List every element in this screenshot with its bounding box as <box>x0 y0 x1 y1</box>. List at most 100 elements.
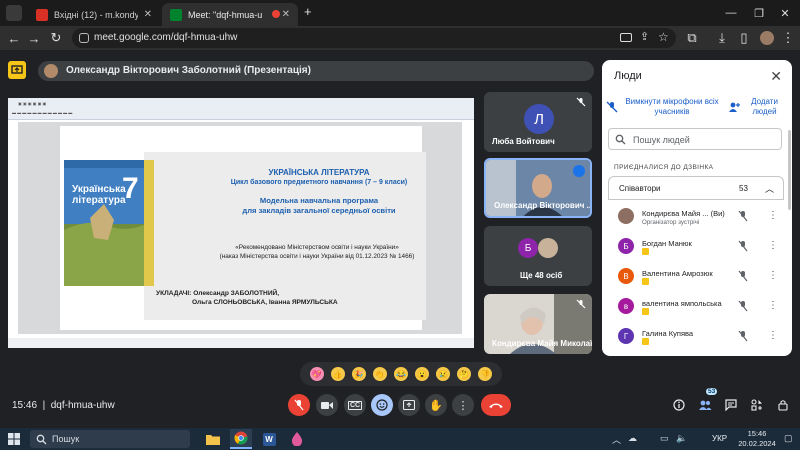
lock-person-icon <box>778 400 788 411</box>
participant-count-badge: 53 <box>706 388 718 395</box>
mic-off-icon[interactable] <box>738 240 748 252</box>
input-language[interactable]: УКР <box>712 434 727 443</box>
minimize-icon[interactable]: — <box>718 4 744 22</box>
profile-avatar[interactable] <box>760 31 774 45</box>
side-panel-icon[interactable]: ▯ <box>734 28 754 48</box>
mic-off-icon[interactable] <box>738 300 748 312</box>
reaction-laugh-button[interactable]: 😂 <box>393 367 408 381</box>
host-controls-button[interactable] <box>774 396 792 414</box>
address-bar[interactable]: meet.google.com/dqf-hmua-uhw ⇪ ☆ <box>72 28 676 48</box>
close-window-icon[interactable]: ✕ <box>772 4 798 22</box>
cloud-icon[interactable]: ☁ <box>628 433 637 444</box>
chrome-icon[interactable] <box>230 429 252 449</box>
participant-tile-speaking[interactable]: Олександр Вікторович ... <box>484 158 592 218</box>
captions-button[interactable]: CC <box>344 394 366 416</box>
chevron-up-icon[interactable]: ︿ <box>765 182 774 195</box>
app-drop-icon[interactable] <box>286 429 308 449</box>
network-icon[interactable]: ▭ <box>660 433 669 444</box>
reaction-heart-button[interactable]: 💖 <box>309 367 324 381</box>
reaction-clap-button[interactable]: 👏 <box>372 367 387 381</box>
more-options-icon[interactable]: ⋮ <box>768 240 778 251</box>
mic-off-icon <box>606 101 618 113</box>
browser-toolbar: ← → ↻ meet.google.com/dqf-hmua-uhw ⇪ ☆ ⧉… <box>0 26 800 50</box>
raise-hand-button[interactable]: ✋ <box>425 394 447 416</box>
more-options-icon[interactable]: ⋮ <box>768 300 778 311</box>
reaction-thumbs-down-button[interactable]: 👎 <box>478 367 493 381</box>
others-tile[interactable]: Б Ще 48 осіб <box>484 226 592 286</box>
emoji-reactions-button[interactable] <box>371 394 393 416</box>
activities-button[interactable] <box>748 396 766 414</box>
chat-button[interactable] <box>722 396 740 414</box>
tray-chevron-icon[interactable]: ︿ <box>612 433 621 446</box>
mic-off-icon[interactable] <box>738 210 748 222</box>
close-icon[interactable]: ✕ <box>282 9 290 20</box>
bookmark-star-icon[interactable]: ☆ <box>658 30 669 44</box>
reaction-sad-button[interactable]: 😢 <box>436 367 451 381</box>
people-search-input[interactable]: Пошук людей <box>608 128 782 150</box>
new-tab-button[interactable]: + <box>304 4 312 19</box>
back-icon[interactable]: ← <box>4 28 24 48</box>
people-button[interactable]: 53 <box>696 388 718 414</box>
reload-icon[interactable]: ↻ <box>46 28 66 48</box>
reaction-thinking-button[interactable]: 🤔 <box>457 367 472 381</box>
group-header-collaborators[interactable]: Співавтори 53 ︿ <box>608 176 784 200</box>
restore-icon[interactable]: ❐ <box>746 4 772 22</box>
menu-kebab-icon[interactable]: ⋮ <box>778 28 798 48</box>
word-icon[interactable]: W <box>258 429 280 449</box>
tab-meet[interactable]: Meet: "dqf-hmua-uhw" ✕ <box>162 3 298 26</box>
mic-toggle-button[interactable] <box>288 394 310 416</box>
presenter-chip[interactable]: Олександр Вікторович Заболотний (Презент… <box>38 61 594 81</box>
more-options-icon[interactable]: ⋮ <box>768 330 778 341</box>
share-icon[interactable]: ⇪ <box>640 30 649 43</box>
participant-row[interactable]: В Валентина Амрозюк ⋮ <box>608 266 784 288</box>
notifications-icon[interactable]: ▢ <box>784 433 793 444</box>
more-options-icon[interactable]: ⋮ <box>768 210 778 221</box>
participant-name: Олександр Вікторович ... <box>494 201 592 210</box>
windows-start-icon[interactable] <box>8 433 20 445</box>
tab-search-button[interactable] <box>6 5 22 21</box>
book-grade: 7 <box>122 172 139 205</box>
more-options-icon[interactable]: ⋮ <box>768 270 778 281</box>
mic-off-icon[interactable] <box>738 270 748 282</box>
people-panel: Люди ✕ Вимкнути мікрофони всіх учасників… <box>602 60 792 356</box>
extensions-icon[interactable]: ⧉ <box>682 28 702 48</box>
close-icon[interactable]: ✕ <box>144 9 152 20</box>
participant-name: валентина ямпольська <box>642 299 722 308</box>
participant-row[interactable]: Кондирєва Майя ... (Ви) Організатор зуст… <box>608 206 784 228</box>
mute-all-button[interactable]: Вимкнути мікрофони всіх учасників <box>606 96 722 118</box>
scrollbar[interactable] <box>788 130 791 210</box>
avatar <box>618 208 634 224</box>
participant-row[interactable]: Г Галина Купява ⋮ <box>608 326 784 348</box>
tab-gmail[interactable]: Вхідні (12) - m.kondyrjeva@ips ✕ <box>28 3 160 26</box>
add-person-icon <box>728 101 740 113</box>
more-options-button[interactable]: ⋮ <box>452 394 474 416</box>
clock-time[interactable]: 15:46 <box>742 429 772 438</box>
reaction-surprised-button[interactable]: 😮 <box>415 367 430 381</box>
site-info-icon[interactable] <box>79 33 89 43</box>
participant-tile[interactable]: Л Люба Войтович <box>484 92 592 152</box>
url-text: meet.google.com/dqf-hmua-uhw <box>94 32 238 43</box>
present-screen-button[interactable] <box>398 394 420 416</box>
reaction-thumbs-up-button[interactable]: 👍 <box>330 367 345 381</box>
file-explorer-icon[interactable] <box>202 429 224 449</box>
self-tile[interactable]: Кондирєва Майя Миколаївна <box>484 294 592 354</box>
taskbar-search-input[interactable]: Пошук <box>30 430 190 448</box>
others-count-label: Ще 48 осіб <box>520 271 563 280</box>
download-icon[interactable]: ⤓ <box>712 28 732 48</box>
mic-off-icon <box>576 299 586 309</box>
participant-row[interactable]: Б Богдан Манюк ⋮ <box>608 236 784 258</box>
leave-call-button[interactable] <box>481 394 511 416</box>
participant-name: Галина Купява <box>642 329 694 338</box>
panel-title: Люди <box>614 70 642 82</box>
close-icon[interactable]: ✕ <box>770 68 782 85</box>
forward-icon[interactable]: → <box>24 28 44 48</box>
clock-date[interactable]: 20.02.2024 <box>734 439 780 448</box>
camera-toggle-button[interactable] <box>316 394 338 416</box>
participant-row[interactable]: в валентина ямпольська ⋮ <box>608 296 784 318</box>
mic-off-icon[interactable] <box>738 330 748 342</box>
volume-icon[interactable]: 🔈 <box>676 433 687 444</box>
meeting-info-button[interactable] <box>670 396 688 414</box>
add-people-button[interactable]: Додати людей <box>728 96 786 118</box>
camera-in-use-icon[interactable] <box>620 33 632 42</box>
reaction-party-button[interactable]: 🎉 <box>351 367 366 381</box>
